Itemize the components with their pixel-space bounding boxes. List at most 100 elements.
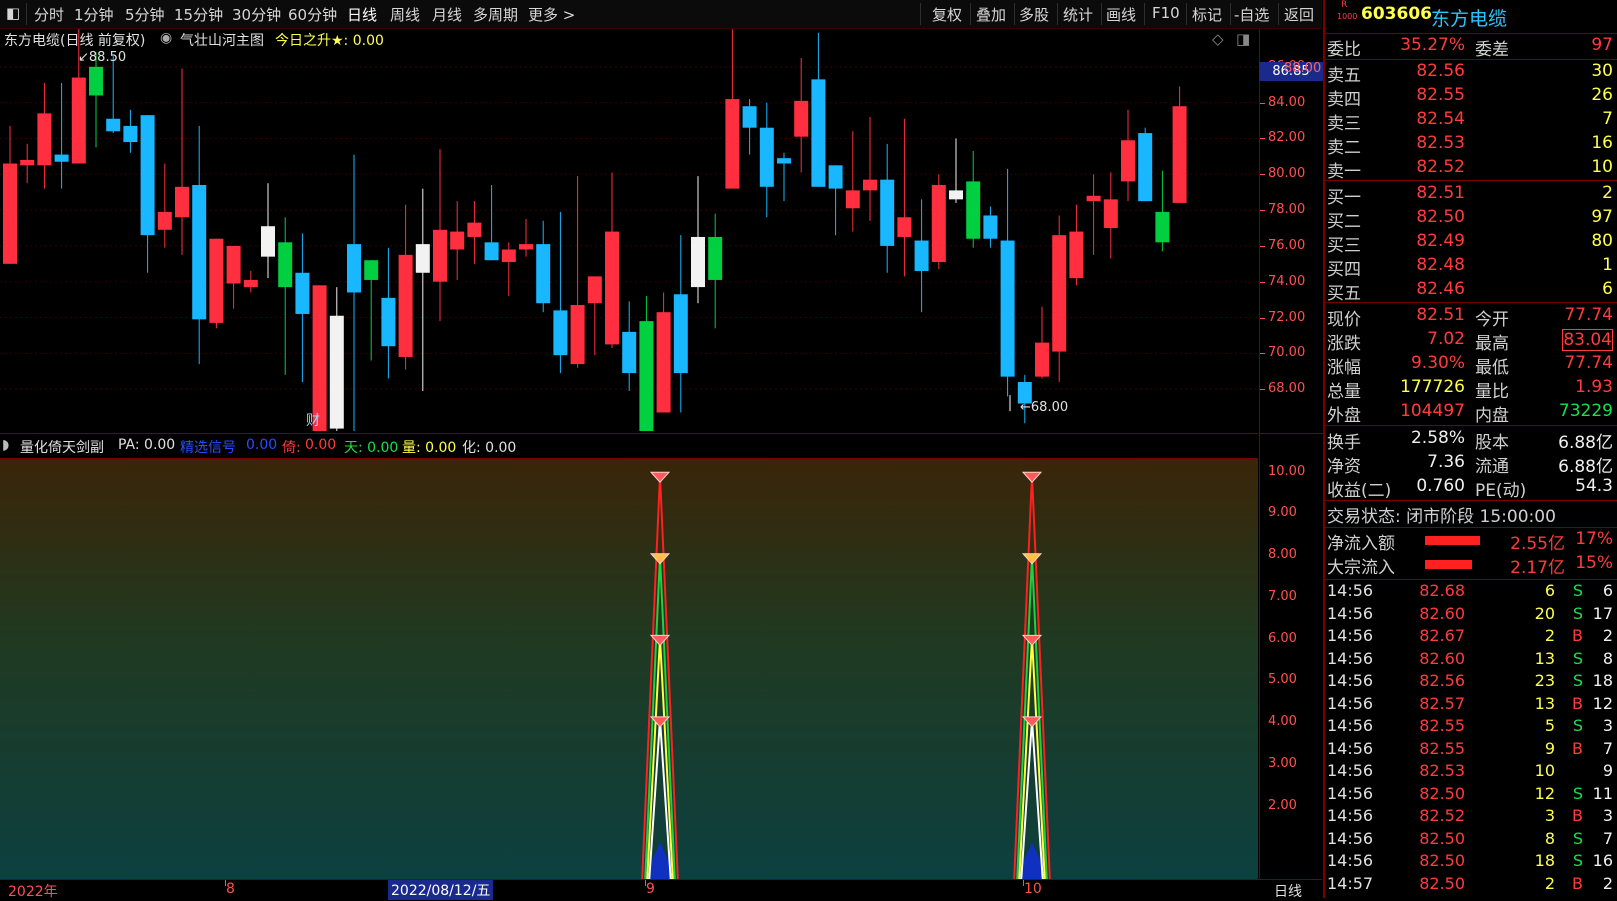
candle-body <box>725 99 740 189</box>
diamond-icon[interactable]: ◇ <box>1212 30 1224 48</box>
tool-back-button[interactable]: 返回 <box>1284 4 1314 25</box>
indicator-yi-value: 0.00 <box>305 437 337 453</box>
period-tab-5min[interactable]: 5分钟 <box>125 4 165 25</box>
candle <box>897 118 912 277</box>
kline-svg <box>0 29 1258 431</box>
money-flow-row: 净流入额 2.55亿 17% <box>1327 529 1617 554</box>
sell-level-price: 82.54 <box>1416 109 1465 129</box>
indicator-switch-icon[interactable]: ◗ <box>2 437 9 453</box>
period-tab-daily[interactable]: 日线 <box>347 4 377 25</box>
sell-level-row[interactable]: 卖二 82.53 16 <box>1327 133 1617 158</box>
trade-status: 交易状态: 闭市阶段 15:00:00 <box>1327 502 1617 527</box>
tool-watchlist-button[interactable]: -自选 <box>1234 4 1269 25</box>
indicator-svg <box>641 471 1051 879</box>
sell-level-row[interactable]: 卖三 82.54 7 <box>1327 109 1617 134</box>
period-tab-15min[interactable]: 15分钟 <box>174 4 223 25</box>
price-tick: 68.00 <box>1268 381 1306 397</box>
period-tab-60min[interactable]: 60分钟 <box>288 4 337 25</box>
period-tab-more[interactable]: 更多 > <box>528 4 575 25</box>
buy-level-label: 买三 <box>1327 236 1361 256</box>
candle <box>140 115 155 273</box>
stock-name[interactable]: 东方电缆 <box>1431 4 1507 31</box>
trade-volume: 12 <box>1534 783 1555 803</box>
sell-level-price: 82.53 <box>1416 133 1465 153</box>
fundamental-row: 收益(二) 0.760 PE(动) 54.3 <box>1327 476 1617 501</box>
tool-multistock-button[interactable]: 多股 <box>1019 4 1049 25</box>
candle-body <box>278 242 293 288</box>
candle-body <box>501 249 516 263</box>
buy-level-row[interactable]: 买五 82.46 6 <box>1327 279 1617 304</box>
divider <box>1325 425 1617 426</box>
trade-volume: 9 <box>1544 738 1555 758</box>
period-tab-weekly[interactable]: 周线 <box>390 4 420 25</box>
candle <box>639 296 654 431</box>
candle-body <box>415 244 430 273</box>
buy-level-row[interactable]: 买二 82.50 97 <box>1327 207 1617 232</box>
tool-draw-button[interactable]: 画线 <box>1106 4 1136 25</box>
divider <box>1325 500 1617 501</box>
sell-level-row[interactable]: 卖一 82.52 10 <box>1327 157 1617 182</box>
fund-value: 2.58% <box>1410 428 1465 448</box>
tool-f10-button[interactable]: F10 <box>1152 4 1180 22</box>
candle-body <box>381 297 396 347</box>
quote-value: 104497 <box>1400 401 1465 421</box>
period-tab-30min[interactable]: 30分钟 <box>232 4 281 25</box>
tick <box>645 880 646 886</box>
sell-level-volume: 10 <box>1591 157 1613 177</box>
indicator-name[interactable]: 量化倚天剑副 <box>20 437 104 457</box>
candle-body <box>845 190 860 209</box>
trade-row: 14:56 82.52 3 B 3 <box>1327 806 1617 828</box>
candle-body <box>777 158 791 164</box>
sell-level-volume: 7 <box>1602 109 1613 129</box>
quote-value: 177726 <box>1400 377 1465 397</box>
layout-toggle-icon[interactable]: ◧ <box>6 4 20 22</box>
tool-mark-button[interactable]: 标记 <box>1192 4 1222 25</box>
quote-value: 83.04 <box>1562 329 1613 351</box>
quote-label: 最高 <box>1475 334 1509 354</box>
price-tick: 80.00 <box>1268 166 1306 182</box>
indicator-chart[interactable] <box>0 459 1258 879</box>
trade-volume: 13 <box>1534 693 1555 713</box>
candle-body <box>140 115 155 236</box>
candle-body <box>89 66 103 96</box>
tool-overlay-button[interactable]: 叠加 <box>976 4 1006 25</box>
candle <box>450 201 465 280</box>
buy-level-label: 买五 <box>1327 284 1361 304</box>
kline-chart[interactable] <box>0 29 1258 431</box>
finance-event-marker[interactable]: 财 <box>306 410 320 430</box>
tool-stats-button[interactable]: 统计 <box>1063 4 1093 25</box>
stock-code[interactable]: 603606 <box>1361 4 1432 24</box>
fund-label: 流通 <box>1475 457 1509 477</box>
tick <box>1260 353 1265 355</box>
period-tab-1min[interactable]: 1分钟 <box>74 4 114 25</box>
trade-count: 6 <box>1602 581 1613 600</box>
trade-volume: 18 <box>1534 851 1555 870</box>
period-label[interactable]: 日线 <box>1274 881 1302 901</box>
sell-level-row[interactable]: 卖五 82.56 30 <box>1327 61 1617 86</box>
buy-level-price: 82.46 <box>1416 279 1465 299</box>
tool-fuquan-button[interactable]: 复权 <box>932 4 962 25</box>
trade-time: 14:56 <box>1327 806 1374 825</box>
main-indicator-name[interactable]: 气壮山河主图 <box>180 30 264 50</box>
buy-level-row[interactable]: 买三 82.49 80 <box>1327 231 1617 256</box>
indicator-signal-label: 精选信号 <box>180 440 236 456</box>
sell-level-label: 卖二 <box>1327 138 1361 158</box>
flow-label: 净流入额 <box>1327 534 1395 554</box>
buy-level-row[interactable]: 买四 82.48 1 <box>1327 255 1617 280</box>
trade-count: 17 <box>1592 603 1613 623</box>
trade-price: 82.52 <box>1419 806 1465 825</box>
buy-level-row[interactable]: 买一 82.51 2 <box>1327 183 1617 208</box>
money-flow-row: 大宗流入 2.17亿 15% <box>1327 553 1617 578</box>
sell-level-row[interactable]: 卖四 82.55 26 <box>1327 85 1617 110</box>
period-tab-fenshi[interactable]: 分时 <box>34 4 64 25</box>
period-tab-multi[interactable]: 多周期 <box>473 4 518 25</box>
candle <box>708 213 723 329</box>
window-toggle-icon[interactable]: ◨ <box>1236 30 1250 48</box>
trade-time: 14:56 <box>1327 738 1374 758</box>
candle-body <box>398 254 413 357</box>
settings-circle-icon[interactable]: ◉ <box>160 30 172 46</box>
candle <box>691 176 705 304</box>
period-tab-monthly[interactable]: 月线 <box>432 4 462 25</box>
trade-price: 82.55 <box>1419 716 1465 735</box>
low-price-marker: ←68.00 <box>1020 400 1069 415</box>
